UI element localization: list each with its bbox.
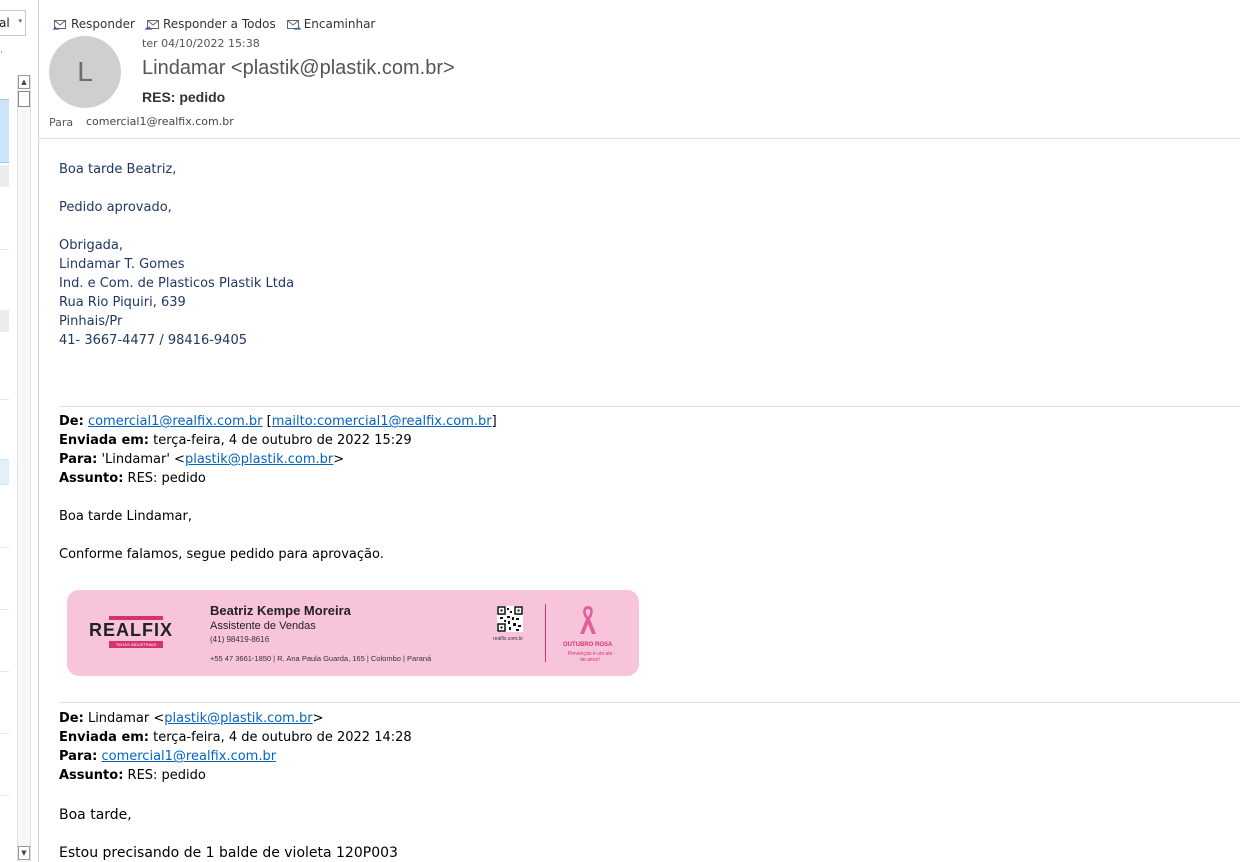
signature-website: realfix.com.br: [493, 636, 524, 642]
list-divider: [0, 547, 9, 548]
realfix-logo: REALFIX TINTAS INDUSTRIAIS: [89, 616, 183, 650]
email-signature-banner: REALFIX TINTAS INDUSTRIAIS Beatriz Kempe…: [67, 590, 639, 676]
quoted-header-sent: Enviada em: terça-feira, 4 de outubro de…: [59, 431, 1240, 450]
reply-all-icon: [144, 20, 159, 30]
to-prefix: 'Lindamar' <: [101, 452, 185, 467]
reading-pane: Responder Responder a Todos Encaminhar L…: [39, 0, 1240, 862]
quoted-header-subject: Assunto: RES: pedido: [59, 469, 1240, 488]
logo-tagline: TINTAS INDUSTRIAIS: [109, 641, 163, 648]
quoted-greeting: Boa tarde Lindamar,: [59, 509, 192, 524]
list-item-selected[interactable]: [0, 99, 9, 163]
quoted-text: Estou precisando de 1 balde de violeta 1…: [59, 845, 398, 861]
reply-all-label: Responder a Todos: [162, 17, 276, 31]
message-subject: RES: pedido: [142, 89, 226, 105]
from-label: De:: [59, 414, 84, 429]
from-email-link[interactable]: plastik@plastik.com.br: [164, 711, 312, 726]
to-email-link[interactable]: plastik@plastik.com.br: [185, 452, 333, 467]
scrollbar-thumb[interactable]: [18, 91, 30, 107]
signature-phone: (41) 98419-8616: [210, 635, 270, 644]
view-filter-text: al: [0, 16, 10, 30]
list-item[interactable]: [0, 459, 9, 485]
reply-toolbar: Responder Responder a Todos Encaminhar: [53, 15, 375, 33]
quoted-header-to: Para: comercial1@realfix.com.br: [59, 747, 1240, 766]
to-recipient[interactable]: comercial1@realfix.com.br: [86, 115, 234, 128]
sender-avatar[interactable]: L: [49, 36, 121, 108]
signature-name: Beatriz Kempe Moreira: [210, 603, 351, 618]
quoted-text: Conforme falamos, segue pedido para apro…: [59, 547, 384, 562]
chevron-down-icon: ▾: [18, 17, 22, 25]
qr-code-icon: [497, 606, 523, 632]
subject-label: Assunto:: [59, 768, 124, 783]
list-divider: [0, 249, 9, 250]
message-list-scrollbar[interactable]: ▲ ▼: [17, 75, 31, 862]
from-prefix: Lindamar <: [87, 711, 165, 726]
to-label: Para:: [59, 452, 98, 467]
reply-label: Responder: [71, 17, 135, 31]
reply-icon: [53, 20, 66, 30]
quoted-header-subject: Assunto: RES: pedido: [59, 766, 1240, 785]
pink-ribbon-icon: [580, 606, 596, 634]
sent-value: terça-feira, 4 de outubro de 2022 14:28: [153, 730, 412, 745]
view-filter-dropdown[interactable]: al ▾: [0, 10, 26, 36]
header-divider: [39, 138, 1240, 139]
quoted-header-sent: Enviada em: terça-feira, 4 de outubro de…: [59, 728, 1240, 747]
scroll-up-icon[interactable]: ▲: [18, 75, 30, 89]
campaign-title: OUTUBRO ROSA: [563, 642, 613, 648]
message-date: ter 04/10/2022 15:38: [142, 37, 260, 50]
forward-label: Encaminhar: [303, 17, 376, 31]
signature-role: Assistente de Vendas: [210, 620, 316, 632]
list-divider: [0, 733, 9, 734]
sender-name[interactable]: Lindamar <plastik@plastik.com.br>: [142, 57, 455, 80]
list-divider: [0, 609, 9, 610]
list-divider: [0, 399, 9, 400]
signature-line: Ind. e Com. de Plasticos Plastik Ltda: [59, 276, 295, 291]
forward-button[interactable]: Encaminhar: [286, 17, 376, 31]
quoted-message-2: De: Lindamar <plastik@plastik.com.br> En…: [59, 702, 1240, 862]
list-divider: [0, 671, 9, 672]
mailto-link[interactable]: mailto:comercial1@realfix.com.br: [272, 414, 492, 429]
signature-divider: [545, 604, 546, 662]
sent-label: Enviada em:: [59, 433, 150, 448]
left-pane-marker: ·: [0, 48, 3, 58]
message-body: Boa tarde Beatriz, Pedido aprovado, Obri…: [59, 160, 1240, 564]
body-approved: Pedido aprovado,: [59, 200, 172, 215]
signature-line: Lindamar T. Gomes: [59, 257, 185, 272]
list-item[interactable]: [0, 310, 9, 332]
message-list-strip[interactable]: [0, 75, 9, 862]
signature-line: Pinhais/Pr: [59, 314, 123, 329]
to-label: Para:: [59, 749, 98, 764]
signature-address: +55 47 3661-1850 | R. Ana Paula Guarda, …: [210, 654, 432, 663]
message-list-pane: al ▾ · ▲ ▼: [0, 0, 40, 862]
signature-line: Obrigada,: [59, 238, 124, 253]
campaign-slogan: Prevenção é um ato de amor!: [567, 651, 613, 663]
to-label: Para: [49, 116, 74, 129]
subject-label: Assunto:: [59, 471, 124, 486]
reply-button[interactable]: Responder: [53, 17, 135, 31]
quoted-greeting: Boa tarde,: [59, 807, 132, 823]
reply-all-button[interactable]: Responder a Todos: [144, 17, 276, 31]
quoted-header-from: De: comercial1@realfix.com.br [mailto:co…: [59, 412, 1240, 431]
to-email-link[interactable]: comercial1@realfix.com.br: [101, 749, 276, 764]
from-email-link[interactable]: comercial1@realfix.com.br: [88, 414, 263, 429]
to-suffix: >: [333, 452, 345, 467]
quoted-header-from: De: Lindamar <plastik@plastik.com.br>: [59, 709, 1240, 728]
sent-label: Enviada em:: [59, 730, 150, 745]
subject-value: RES: pedido: [127, 471, 206, 486]
quoted-header-to: Para: 'Lindamar' <plastik@plastik.com.br…: [59, 450, 1240, 469]
from-suffix: >: [312, 711, 324, 726]
body-greeting: Boa tarde Beatriz,: [59, 162, 177, 177]
subject-value: RES: pedido: [127, 768, 206, 783]
signature-line: 41- 3667-4477 / 98416-9405: [59, 333, 247, 348]
list-divider: [0, 795, 9, 796]
scroll-down-icon[interactable]: ▼: [18, 846, 30, 860]
sent-value: terça-feira, 4 de outubro de 2022 15:29: [153, 433, 412, 448]
signature-line: Rua Rio Piquiri, 639: [59, 295, 186, 310]
forward-icon: [286, 20, 301, 30]
mailto-close: ]: [491, 414, 497, 429]
from-label: De:: [59, 711, 84, 726]
list-item[interactable]: [0, 165, 9, 187]
logo-text: REALFIX: [89, 620, 174, 640]
